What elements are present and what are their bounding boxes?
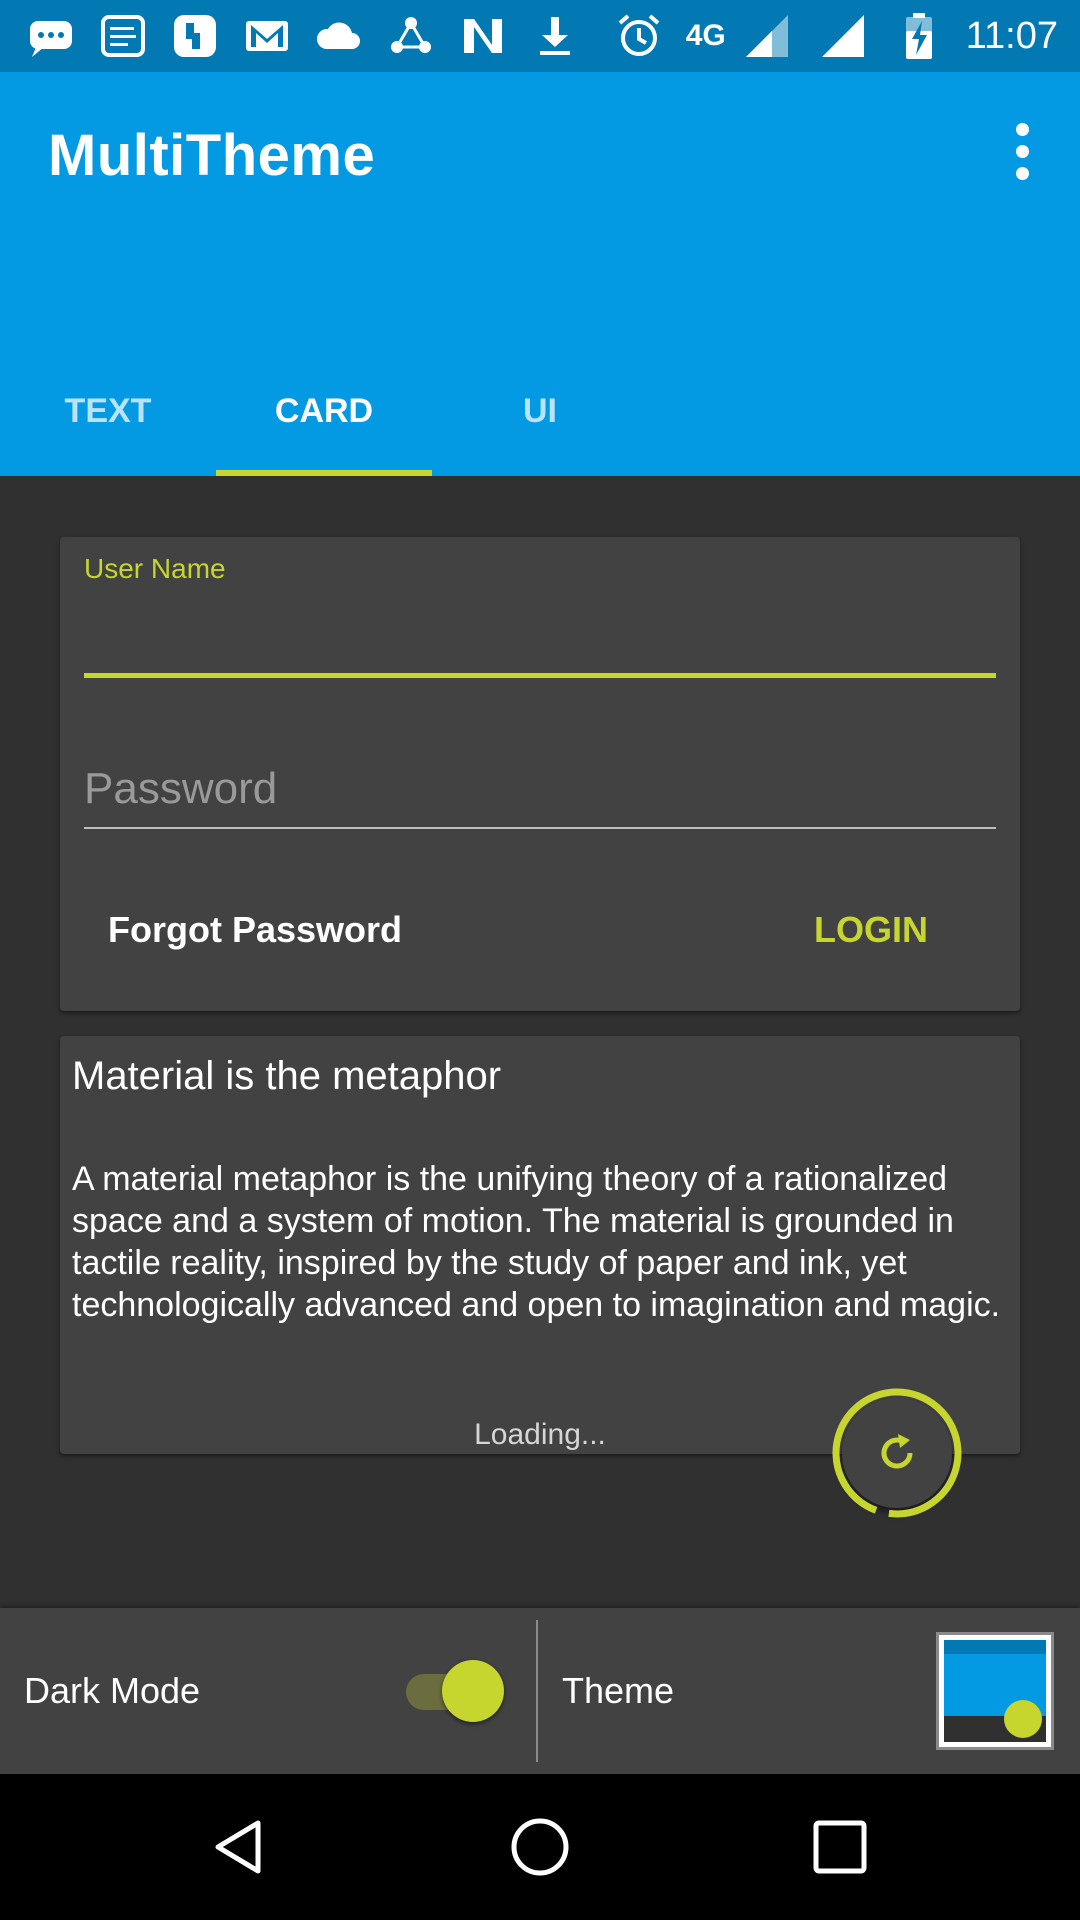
password-field[interactable]: Password [84, 759, 996, 819]
settings-panel: Dark Mode Theme [0, 1608, 1080, 1774]
progress-ring [832, 1388, 962, 1518]
theme-picker[interactable] [936, 1632, 1054, 1750]
gmail-icon [238, 10, 296, 62]
alarm-icon [610, 10, 668, 62]
home-icon[interactable] [500, 1807, 580, 1887]
notification-icons [22, 10, 584, 62]
app-title: MultiTheme [48, 123, 376, 188]
dark-mode-label: Dark Mode [24, 1670, 201, 1711]
download-icon [526, 10, 584, 62]
tab-indicator [216, 470, 432, 476]
login-card: User Name Password Forgot Password LOGIN [60, 537, 1020, 1011]
login-button[interactable]: LOGIN [814, 909, 928, 951]
recents-icon[interactable] [800, 1807, 880, 1887]
signal-icon [814, 10, 872, 62]
dark-mode-switch[interactable] [404, 1660, 504, 1724]
card-body: A material metaphor is the unifying theo… [72, 1160, 1001, 1324]
username-underline [84, 673, 996, 678]
app-icon [166, 10, 224, 62]
username-field[interactable] [84, 599, 996, 669]
app-bar: MultiTheme TEXT CARD UI [0, 72, 1080, 476]
signal-icon [738, 10, 796, 62]
more-vert-icon[interactable] [994, 116, 1050, 186]
tab-bar: TEXT CARD UI [0, 346, 1080, 476]
card-title: Material is the metaphor [72, 1054, 502, 1098]
n-icon [454, 10, 512, 62]
forgot-password-button[interactable]: Forgot Password [108, 909, 402, 951]
clock: 11:07 [965, 14, 1058, 57]
switch-thumb [442, 1660, 504, 1722]
back-icon[interactable] [200, 1807, 280, 1887]
tab-ui[interactable]: UI [432, 346, 648, 476]
status-bar: 4G 11:07 [0, 0, 1080, 72]
username-label: User Name [84, 553, 226, 584]
network-type: 4G [685, 19, 726, 52]
theme-label: Theme [562, 1670, 675, 1711]
refresh-fab[interactable] [832, 1388, 962, 1518]
tab-card[interactable]: CARD [216, 346, 432, 476]
password-underline [84, 827, 996, 829]
battery-icon [890, 10, 948, 62]
tab-text[interactable]: TEXT [0, 346, 216, 476]
cloud-icon [310, 10, 368, 62]
share-icon [382, 10, 440, 62]
navigation-bar [0, 1774, 1080, 1920]
accent-dot [1004, 1700, 1042, 1738]
chat-icon [22, 10, 80, 62]
notes-icon [94, 10, 152, 62]
divider [536, 1620, 538, 1762]
